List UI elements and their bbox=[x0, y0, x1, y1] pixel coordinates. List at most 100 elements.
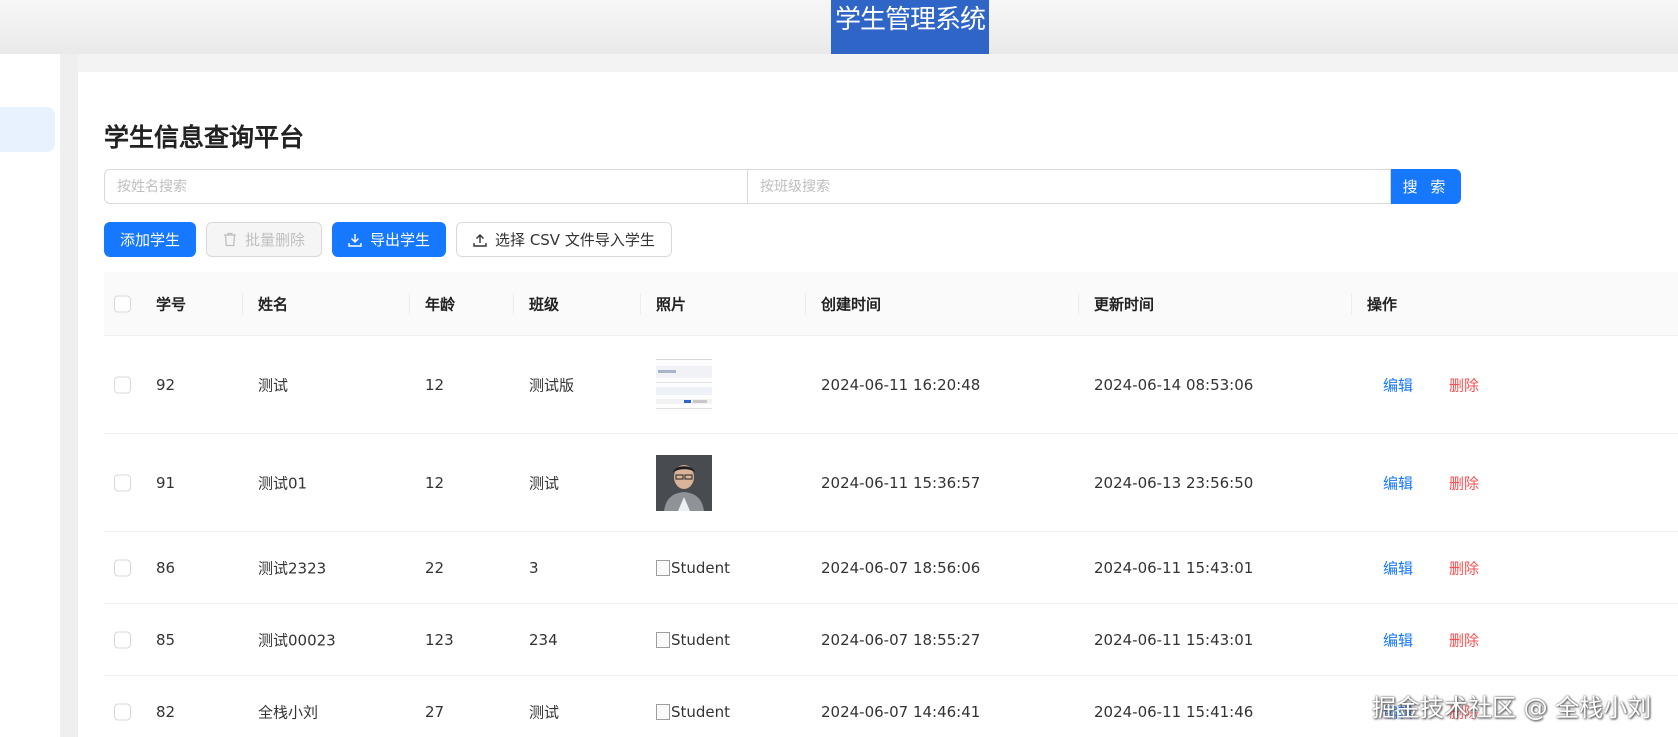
student-id: 85 bbox=[156, 630, 176, 649]
column-divider bbox=[1351, 292, 1352, 315]
batch-delete-label: 批量删除 bbox=[245, 231, 306, 249]
add-student-button[interactable]: 添加学生 bbox=[104, 222, 197, 257]
download-icon bbox=[348, 233, 362, 247]
column-divider bbox=[805, 292, 806, 315]
search-button[interactable]: 搜 索 bbox=[1391, 169, 1461, 204]
student-age: 22 bbox=[425, 558, 445, 577]
student-age: 12 bbox=[425, 375, 445, 394]
student-name: 测试 bbox=[258, 376, 289, 394]
student-id: 92 bbox=[156, 375, 176, 394]
student-photo-broken[interactable]: Student bbox=[656, 703, 730, 721]
row-checkbox[interactable] bbox=[114, 474, 131, 491]
student-photo-thumbnail[interactable] bbox=[656, 356, 712, 413]
table-row: 92 测试 12 测试版 2024-06-11 16:20:48 2024-06… bbox=[104, 336, 1678, 434]
name-search-input[interactable] bbox=[104, 169, 748, 204]
column-divider bbox=[513, 292, 514, 315]
edit-link[interactable]: 编辑 bbox=[1383, 472, 1413, 493]
broken-image-icon bbox=[656, 631, 670, 648]
edit-link[interactable]: 编辑 bbox=[1383, 629, 1413, 650]
class-search-input[interactable] bbox=[748, 169, 1391, 204]
row-checkbox[interactable] bbox=[114, 559, 131, 576]
table-header: 学号 姓名 年龄 班级 照片 创建时间 更新时间 操作 bbox=[104, 272, 1678, 336]
column-divider bbox=[640, 292, 641, 315]
column-header-actions: 操作 bbox=[1367, 295, 1398, 313]
row-checkbox[interactable] bbox=[114, 376, 131, 393]
created-time: 2024-06-07 18:56:06 bbox=[821, 558, 981, 577]
student-photo-thumbnail[interactable] bbox=[656, 454, 712, 511]
upload-icon bbox=[473, 233, 487, 247]
column-divider bbox=[242, 292, 243, 315]
trash-icon bbox=[223, 232, 237, 247]
page-title: 学生信息查询平台 bbox=[104, 123, 305, 152]
table-row: 91 测试01 12 测试 2024-06-11 15:36:57 2024-0… bbox=[104, 434, 1678, 532]
student-class: 测试 bbox=[529, 703, 560, 721]
created-time: 2024-06-11 15:36:57 bbox=[821, 473, 981, 492]
student-age: 27 bbox=[425, 702, 445, 721]
column-divider bbox=[1078, 292, 1079, 315]
photo-alt-text: Student bbox=[671, 558, 731, 577]
edit-link[interactable]: 编辑 bbox=[1383, 374, 1413, 395]
photo-alt-text: Student bbox=[671, 630, 731, 649]
student-name: 测试00023 bbox=[258, 631, 336, 649]
created-time: 2024-06-07 14:46:41 bbox=[821, 702, 981, 721]
row-checkbox[interactable] bbox=[114, 703, 131, 720]
student-class: 3 bbox=[529, 558, 539, 577]
updated-time: 2024-06-14 08:53:06 bbox=[1094, 375, 1254, 394]
created-time: 2024-06-11 16:20:48 bbox=[821, 375, 981, 394]
delete-link[interactable]: 删除 bbox=[1449, 557, 1479, 578]
table-row: 86 测试2323 22 3 Student 2024-06-07 18:56:… bbox=[104, 532, 1678, 604]
column-divider bbox=[409, 292, 410, 315]
student-class: 测试版 bbox=[529, 376, 575, 394]
column-header-id: 学号 bbox=[156, 295, 187, 313]
search-bar: 搜 索 bbox=[104, 169, 1461, 204]
student-class: 测试 bbox=[529, 474, 560, 492]
app-title: 学生管理系统 bbox=[831, 0, 989, 54]
updated-time: 2024-06-11 15:41:46 bbox=[1094, 702, 1254, 721]
action-toolbar: 添加学生 批量删除 导出学生 选择 CSV 文件导入学生 bbox=[104, 222, 672, 257]
student-name: 全栈小刘 bbox=[258, 703, 319, 721]
column-header-name: 姓名 bbox=[258, 295, 289, 313]
table-row: 85 测试00023 123 234 Student 2024-06-07 18… bbox=[104, 604, 1678, 676]
student-photo-broken[interactable]: Student bbox=[656, 631, 730, 649]
top-bar: 学生管理系统 bbox=[0, 0, 1678, 54]
sidebar-active-item[interactable] bbox=[0, 107, 55, 152]
main-content: 学生信息查询平台 搜 索 添加学生 批量删除 导出学生 bbox=[78, 72, 1678, 737]
column-header-age: 年龄 bbox=[425, 295, 456, 313]
column-header-updated: 更新时间 bbox=[1094, 295, 1155, 313]
column-header-created: 创建时间 bbox=[821, 295, 882, 313]
import-csv-button[interactable]: 选择 CSV 文件导入学生 bbox=[456, 222, 672, 257]
created-time: 2024-06-07 18:55:27 bbox=[821, 630, 981, 649]
select-all-checkbox[interactable] bbox=[114, 295, 131, 312]
column-header-class: 班级 bbox=[529, 295, 560, 313]
add-student-label: 添加学生 bbox=[120, 231, 181, 249]
student-age: 12 bbox=[425, 473, 445, 492]
updated-time: 2024-06-11 15:43:01 bbox=[1094, 630, 1254, 649]
updated-time: 2024-06-11 15:43:01 bbox=[1094, 558, 1254, 577]
batch-delete-button[interactable]: 批量删除 bbox=[206, 222, 323, 257]
student-id: 86 bbox=[156, 558, 176, 577]
delete-link[interactable]: 删除 bbox=[1449, 629, 1479, 650]
sidebar bbox=[0, 54, 60, 737]
delete-link[interactable]: 删除 bbox=[1449, 374, 1479, 395]
column-header-photo: 照片 bbox=[656, 295, 687, 313]
student-class: 234 bbox=[529, 630, 558, 649]
student-table: 学号 姓名 年龄 班级 照片 创建时间 更新时间 操作 92 测试 12 测试版 bbox=[104, 272, 1678, 737]
broken-image-icon bbox=[656, 703, 670, 720]
export-students-label: 导出学生 bbox=[370, 231, 431, 249]
updated-time: 2024-06-13 23:56:50 bbox=[1094, 473, 1254, 492]
broken-image-icon bbox=[656, 559, 670, 576]
student-age: 123 bbox=[425, 630, 454, 649]
student-name: 测试01 bbox=[258, 474, 308, 492]
delete-link[interactable]: 删除 bbox=[1449, 472, 1479, 493]
student-id: 82 bbox=[156, 702, 176, 721]
student-id: 91 bbox=[156, 473, 176, 492]
watermark-text: 掘金技术社区 @ 全栈小刘 bbox=[1372, 694, 1652, 722]
import-csv-label: 选择 CSV 文件导入学生 bbox=[495, 231, 655, 249]
student-name: 测试2323 bbox=[258, 559, 327, 577]
row-checkbox[interactable] bbox=[114, 631, 131, 648]
edit-link[interactable]: 编辑 bbox=[1383, 557, 1413, 578]
photo-alt-text: Student bbox=[671, 702, 731, 721]
content-gutter bbox=[60, 54, 78, 737]
student-photo-broken[interactable]: Student bbox=[656, 559, 730, 577]
export-students-button[interactable]: 导出学生 bbox=[332, 222, 447, 257]
